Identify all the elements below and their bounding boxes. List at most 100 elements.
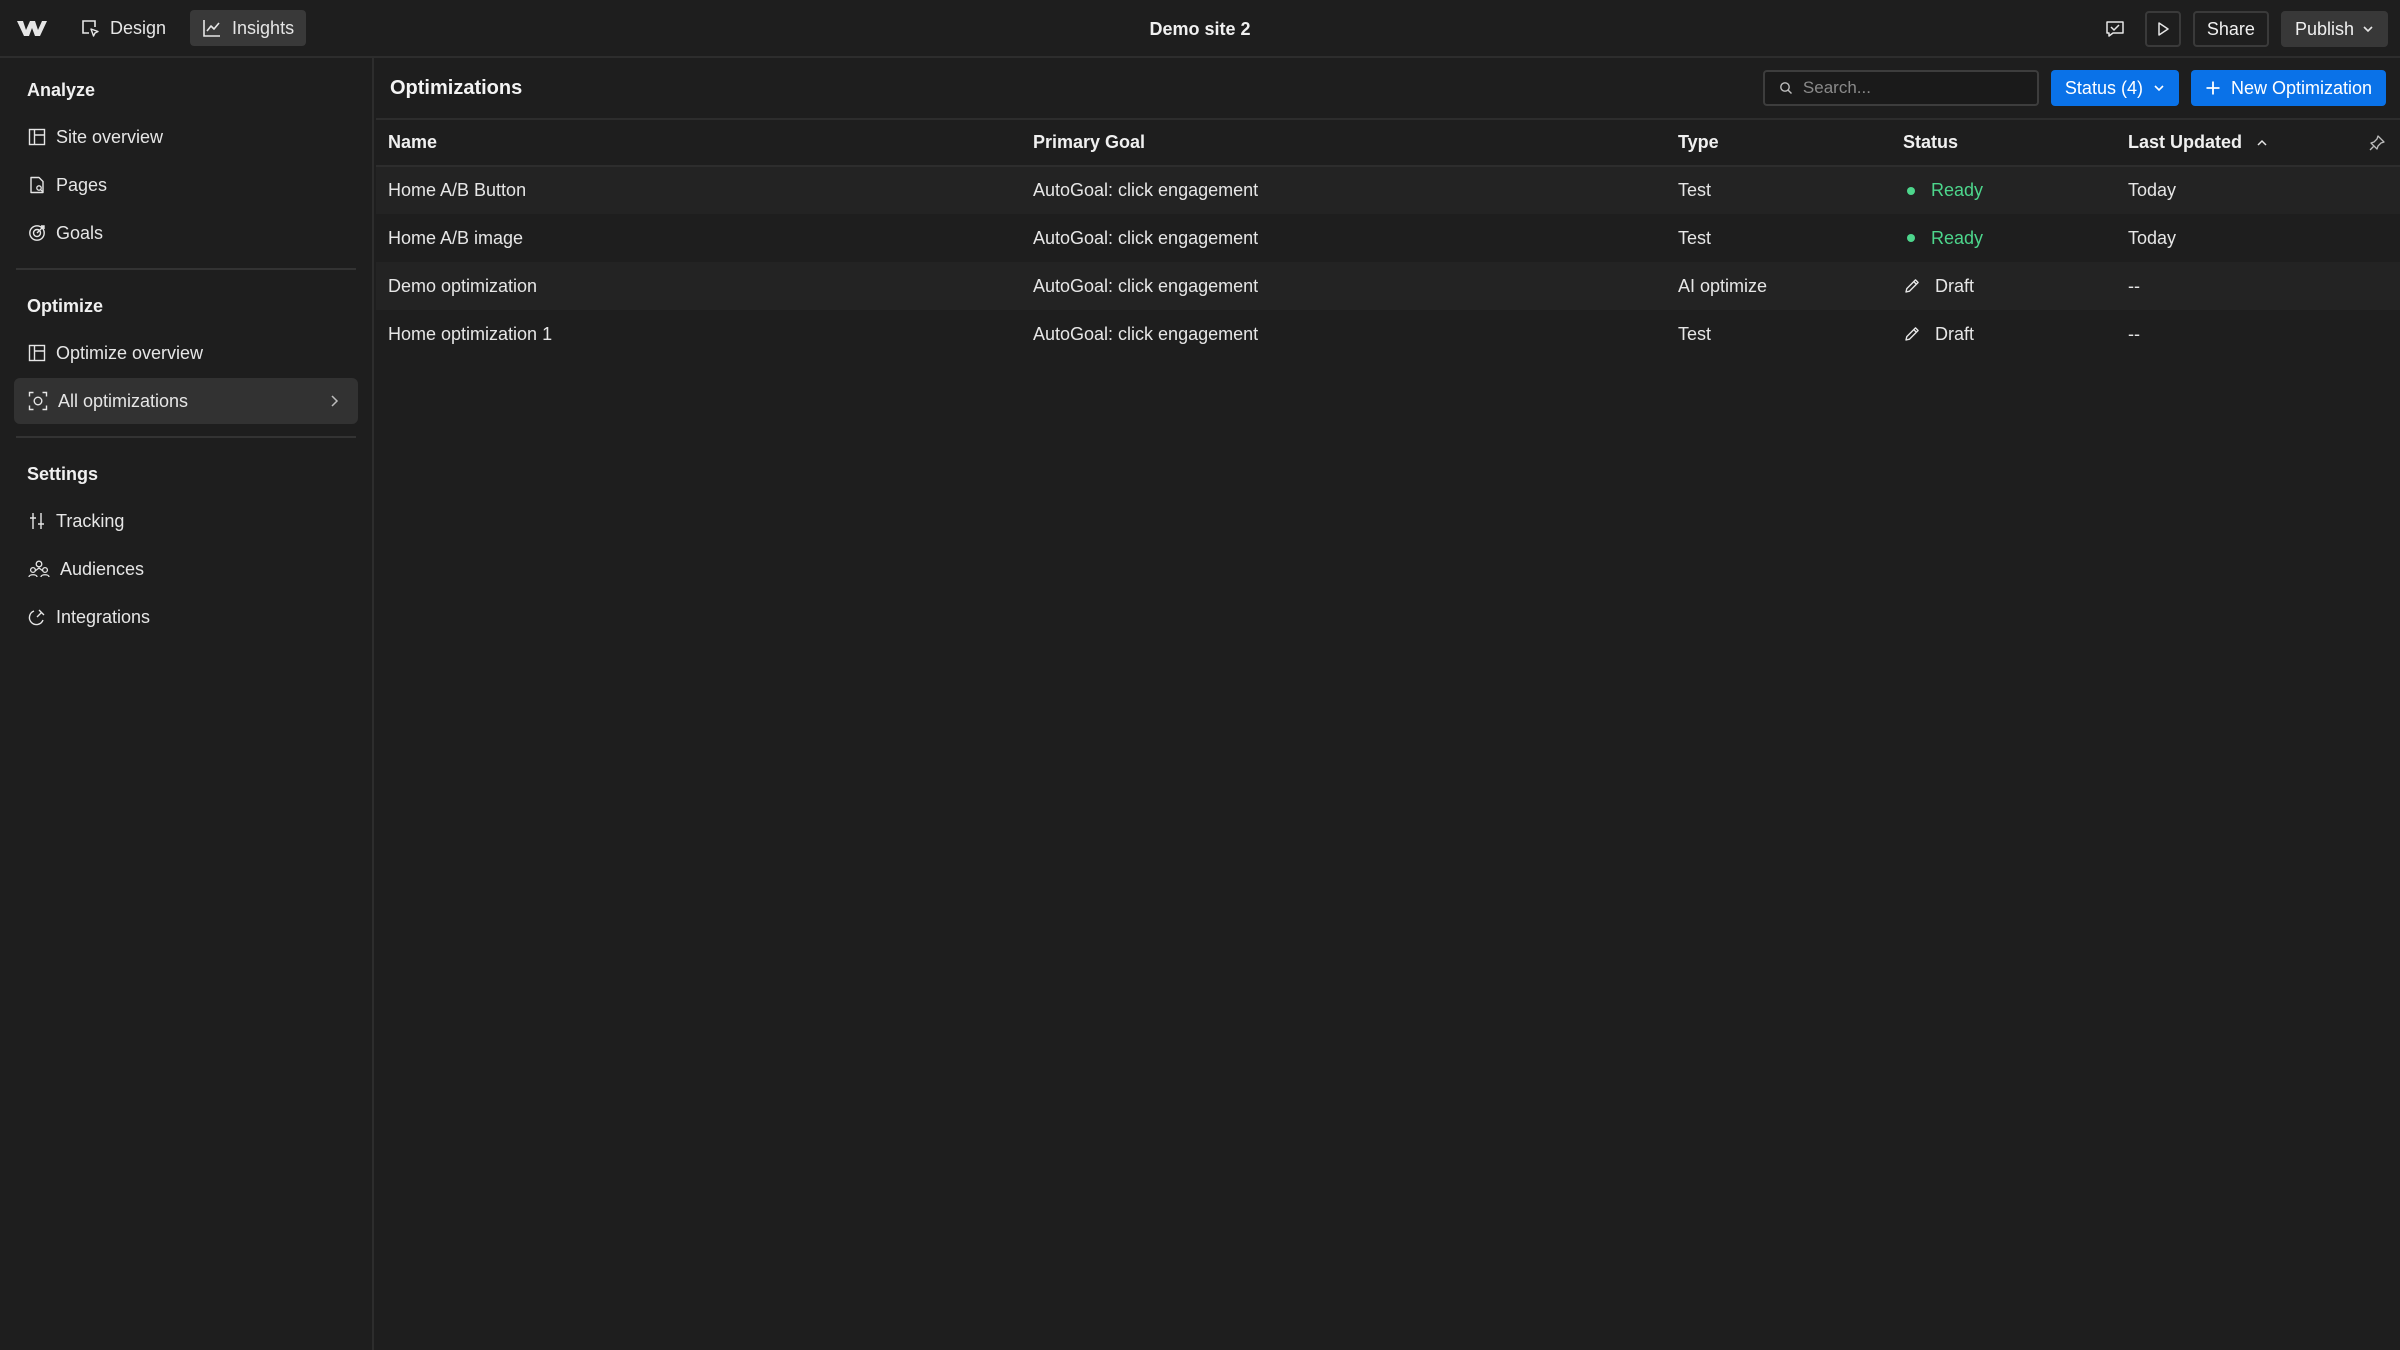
main-header: Optimizations Status (4) New Optimizatio… <box>376 58 2400 120</box>
people-icon <box>28 560 50 578</box>
sidebar-item-goals[interactable]: Goals <box>14 210 358 256</box>
cell-status: Draft <box>1891 262 2116 310</box>
share-button[interactable]: Share <box>2192 11 2269 47</box>
status-draft: Draft <box>1903 276 2116 297</box>
top-actions: Share Publish <box>2097 11 2388 47</box>
status-label: Draft <box>1935 323 1975 344</box>
sort-ascending-icon <box>2257 139 2267 146</box>
layout-icon <box>28 344 46 362</box>
sidebar-item-pages[interactable]: Pages <box>14 162 358 208</box>
status-label: Draft <box>1935 275 1975 296</box>
table-header-row: Name Primary Goal Type Status Last Updat… <box>376 120 2400 167</box>
cell-name: Home A/B Button <box>376 166 1021 214</box>
ready-dot-icon <box>1907 234 1915 242</box>
cell-name: Demo optimization <box>376 262 1021 310</box>
column-header-type[interactable]: Type <box>1666 120 1891 167</box>
chevron-right-icon <box>331 395 339 407</box>
sidebar-item-label: Site overview <box>56 126 164 147</box>
webflow-logo-icon[interactable] <box>16 18 48 38</box>
column-header-updated-label: Last Updated <box>2128 132 2243 152</box>
page-title: Optimizations <box>390 76 523 99</box>
sliders-icon <box>30 513 44 529</box>
cell-type: Test <box>1666 166 1891 214</box>
plus-icon <box>2206 81 2220 95</box>
ready-dot-icon <box>1907 186 1915 195</box>
sidebar-item-optimize-overview[interactable]: Optimize overview <box>14 330 358 376</box>
cell-goal: AutoGoal: click engagement <box>1021 166 1666 214</box>
column-header-goal[interactable]: Primary Goal <box>1021 120 1666 167</box>
sidebar-item-label: Optimize overview <box>56 342 204 363</box>
cell-type: AI optimize <box>1666 262 1891 310</box>
play-icon <box>2158 22 2169 36</box>
site-title: Demo site 2 <box>1149 18 1251 39</box>
cell-status: Draft <box>1891 310 2116 358</box>
sidebar-item-label: Pages <box>56 174 108 195</box>
sidebar-item-tracking[interactable]: Tracking <box>14 498 358 544</box>
cell-updated: Today <box>2128 227 2177 248</box>
sidebar-item-label: Tracking <box>56 510 125 531</box>
sidebar-item-label: Integrations <box>56 606 151 627</box>
design-mode-label: Design <box>110 17 167 38</box>
cell-updated: -- <box>2116 262 2400 310</box>
cell-name: Home A/B image <box>388 227 524 248</box>
share-label: Share <box>2206 18 2255 39</box>
status-label: Ready <box>1931 227 1984 248</box>
sidebar-item-label: Goals <box>56 222 104 243</box>
top-bar: Design Insights Demo site 2 Share Publis… <box>0 0 2400 58</box>
page-icon <box>30 176 44 194</box>
line-chart-icon <box>203 20 221 37</box>
sidebar-item-label: Audiences <box>60 558 145 579</box>
cell-goal: AutoGoal: click engagement <box>1021 262 1666 310</box>
publish-button[interactable]: Publish <box>2280 11 2388 47</box>
sidebar-item-integrations[interactable]: Integrations <box>14 594 358 640</box>
search-box[interactable] <box>1762 70 2039 106</box>
insights-mode-label: Insights <box>232 17 295 38</box>
status-filter-button[interactable]: Status (4) <box>2050 70 2179 106</box>
column-header-updated[interactable]: Last Updated <box>2116 120 2400 167</box>
design-mode-button[interactable]: Design <box>68 10 178 46</box>
comments-button[interactable] <box>2097 11 2133 47</box>
sidebar-item-all-optimizations[interactable]: All optimizations <box>14 378 358 424</box>
table-row[interactable]: Home A/B image AutoGoal: click engagemen… <box>376 214 2400 262</box>
sidebar-item-site-overview[interactable]: Site overview <box>14 114 358 160</box>
chevron-down-icon <box>2363 26 2373 33</box>
pencil-icon <box>1905 279 1919 293</box>
cursor-square-icon <box>82 20 99 37</box>
pencil-icon <box>1905 327 1919 341</box>
target-icon <box>29 225 45 241</box>
pin-icon[interactable] <box>2368 134 2386 152</box>
cell-status: Ready <box>1891 214 2116 262</box>
cell-goal: AutoGoal: click engagement <box>1033 323 1259 344</box>
column-header-name[interactable]: Name <box>376 120 1021 167</box>
sidebar-item-label: All optimizations <box>58 390 189 411</box>
plug-icon <box>28 609 45 626</box>
divider <box>16 268 356 270</box>
status-ready: Ready <box>1903 228 2116 249</box>
layout-icon <box>28 128 46 146</box>
publish-label: Publish <box>2294 18 2354 39</box>
cell-name: Home optimization 1 <box>388 323 553 344</box>
comments-icon <box>2106 21 2124 37</box>
table-row[interactable]: Home A/B Button AutoGoal: click engageme… <box>376 166 2400 214</box>
cell-updated: -- <box>2128 323 2140 344</box>
search-icon <box>1780 82 1792 94</box>
search-input[interactable] <box>1802 78 2023 98</box>
column-header-status[interactable]: Status <box>1891 120 2116 167</box>
new-optimization-button[interactable]: New Optimization <box>2190 70 2386 106</box>
cell-type: Test <box>1678 227 1712 248</box>
status-ready: Ready <box>1903 180 2116 201</box>
divider <box>16 436 356 438</box>
table-row[interactable]: Demo optimization AutoGoal: click engage… <box>376 262 2400 310</box>
table-row[interactable]: Home optimization 1 AutoGoal: click enga… <box>376 310 2400 358</box>
cell-type: Test <box>1678 323 1712 344</box>
section-title-settings: Settings <box>27 463 99 484</box>
sidebar: Analyze Site overview Pages Goals Optimi… <box>0 58 374 1350</box>
status-draft: Draft <box>1903 324 2116 345</box>
preview-button[interactable] <box>2144 11 2181 47</box>
new-optimization-label: New Optimization <box>2230 77 2372 98</box>
sidebar-item-audiences[interactable]: Audiences <box>14 546 358 592</box>
optimizations-table: Name Primary Goal Type Status Last Updat… <box>376 120 2400 358</box>
insights-mode-button[interactable]: Insights <box>190 10 307 46</box>
section-title-optimize: Optimize <box>27 295 104 316</box>
focus-icon <box>28 391 48 411</box>
